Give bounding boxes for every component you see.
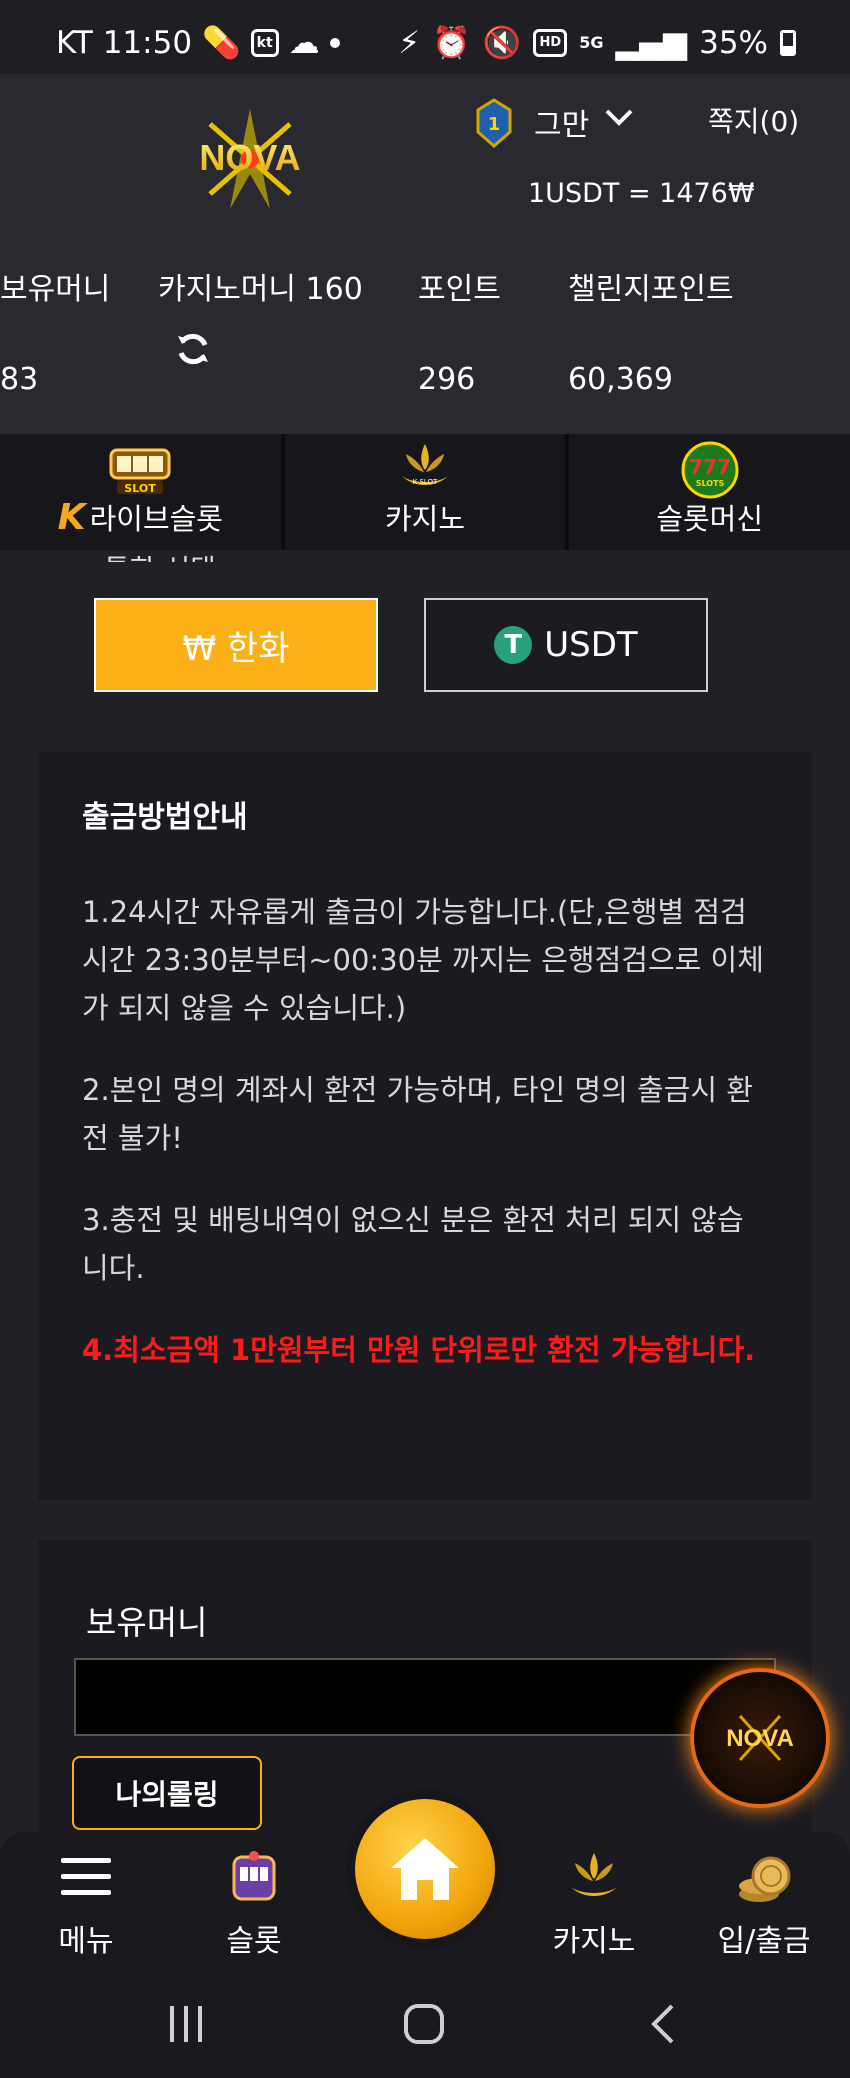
level-number: 1 [488,114,501,135]
nova-logo[interactable]: NOVA [150,104,350,214]
tab-slot-machine[interactable]: 777 SLOTS 슬롯머신 [569,434,850,550]
notification-dot-icon [329,37,340,48]
tab-live-slot[interactable]: SLOT K 라이브슬롯 [0,434,285,550]
tether-icon: T [494,626,533,664]
k-slot-casino-icon: K SLOT [402,444,448,486]
stat-label-money: 보유머니 [0,272,111,307]
user-name[interactable]: 그만 [534,100,589,144]
back-icon[interactable] [648,2002,678,2046]
tab-casino-label: 카지노 [384,502,466,536]
message-link[interactable]: 쪽지(0) [708,100,799,140]
stat-value-challenge-point: 60,369 [568,362,673,397]
pill-icon: 💊 [202,25,241,61]
live-slot-icon: SLOT [109,448,171,495]
stat-value-point: 296 [418,362,476,397]
usdt-currency-label: USDT [544,625,638,665]
alarm-icon: ⏰ [432,25,471,61]
home-button-wrap [346,1790,504,1948]
recent-apps-icon[interactable] [166,2002,206,2046]
category-tabs: SLOT K 라이브슬롯 K SLOT 카지노 777 SLOTS 슬롯머신 [0,434,850,550]
chevron-down-icon[interactable] [604,106,634,128]
svg-text:K SLOT: K SLOT [413,478,438,486]
status-bar: KT 11:50 💊 kt ☁ ⚡ ⏰ 🔇 HD 5G ▂▄▆ 35% [0,0,850,74]
nav-menu[interactable]: 메뉴 [16,1846,156,1960]
status-right: ⚡ ⏰ 🔇 HD 5G ▂▄▆ 35% [398,24,796,61]
svg-text:SLOT: SLOT [125,482,157,495]
nav-slot-label: 슬롯 [226,1924,282,1959]
hd-icon: HD [533,28,568,57]
stat-value-money: 83 [0,362,39,397]
slot-machine-icon [184,1846,324,1908]
my-rolling-button[interactable]: 나의롤링 [72,1756,262,1830]
krw-currency-button[interactable]: ₩ 한화 [94,598,378,692]
currency-section-heading: 통화 선택 [104,548,216,562]
withdrawal-info-item: 2.본인 명의 계좌시 환전 가능하며, 타인 명의 출금시 환전 불가! [82,1073,753,1155]
svg-text:777: 777 [689,455,731,479]
balance-field[interactable] [74,1658,776,1736]
stat-label-point: 포인트 [418,272,501,307]
status-left: KT 11:50 💊 kt ☁ [56,24,340,61]
withdrawal-info-warning: 4.최소금액 1만원부터 만원 단위로만 환전 가능합니다. [82,1333,756,1367]
svg-text:SLOTS: SLOTS [695,479,724,488]
nav-casino[interactable]: 카지노 [524,1846,664,1960]
mini-logo-text: NOVA [726,1725,794,1752]
exchange-rate: 1USDT = 1476₩ [528,178,755,209]
battery-saver-icon: ⚡ [398,24,421,61]
5g-icon: 5G [579,33,604,52]
withdrawal-info-panel: 출금방법안내 1.24시간 자유롭게 출금이 가능합니다.(단,은행별 점검시간… [38,752,812,1500]
nav-deposit-withdraw-label: 입/출금 [717,1924,811,1959]
casino-lotus-icon [524,1846,664,1908]
coins-icon [694,1846,834,1908]
battery-icon [780,29,796,56]
withdrawal-info-item: 1.24시간 자유롭게 출금이 가능합니다.(단,은행별 점검시간 23:30분… [82,895,764,1025]
nova-mini-logo-icon: NOVA [726,1714,794,1762]
chat-cloud-icon: ☁ [288,24,320,61]
kt-icon: kt [250,28,279,57]
nav-casino-label: 카지노 [552,1924,636,1959]
usdt-currency-button[interactable]: T USDT [424,598,708,692]
carrier-time: KT 11:50 [56,24,193,61]
mute-icon: 🔇 [482,25,522,61]
home-button[interactable] [355,1799,495,1939]
level-badge-icon: 1 [476,98,512,148]
balance-title: 보유머니 [86,1603,208,1642]
nav-deposit-withdraw[interactable]: 입/출금 [694,1846,834,1960]
withdrawal-info-title: 출금방법안내 [82,800,248,835]
system-nav-bar [0,1972,850,2078]
refresh-icon[interactable] [174,330,212,368]
tab-live-slot-label: K 라이브슬롯 [0,496,281,538]
stat-label-challenge-point: 챌린지포인트 [568,272,734,307]
nav-slot[interactable]: 슬롯 [184,1846,324,1960]
tab-slot-machine-label: 슬롯머신 [656,502,764,536]
signal-icon: ▂▄▆ [615,24,688,61]
777-slots-icon: 777 SLOTS [681,441,739,499]
home-system-icon[interactable] [402,2002,446,2046]
logo-text: NOVA [199,137,300,178]
withdrawal-info-item: 3.충전 및 배팅내역이 없으신 분은 환전 처리 되지 않습니다. [82,1203,744,1285]
tab-live-slot-text: 라이브슬롯 [89,502,223,536]
battery-percent: 35% [699,24,768,61]
k-logo-icon: K [57,497,86,538]
home-icon [391,1838,459,1900]
krw-currency-label: ₩ 한화 [182,628,290,669]
tab-casino[interactable]: K SLOT 카지노 [285,434,570,550]
floating-nova-button[interactable]: NOVA [690,1668,830,1808]
nav-menu-label: 메뉴 [58,1924,114,1959]
stat-label-casino-money: 카지노머니 160 [158,272,363,307]
hamburger-menu-icon [16,1846,156,1908]
